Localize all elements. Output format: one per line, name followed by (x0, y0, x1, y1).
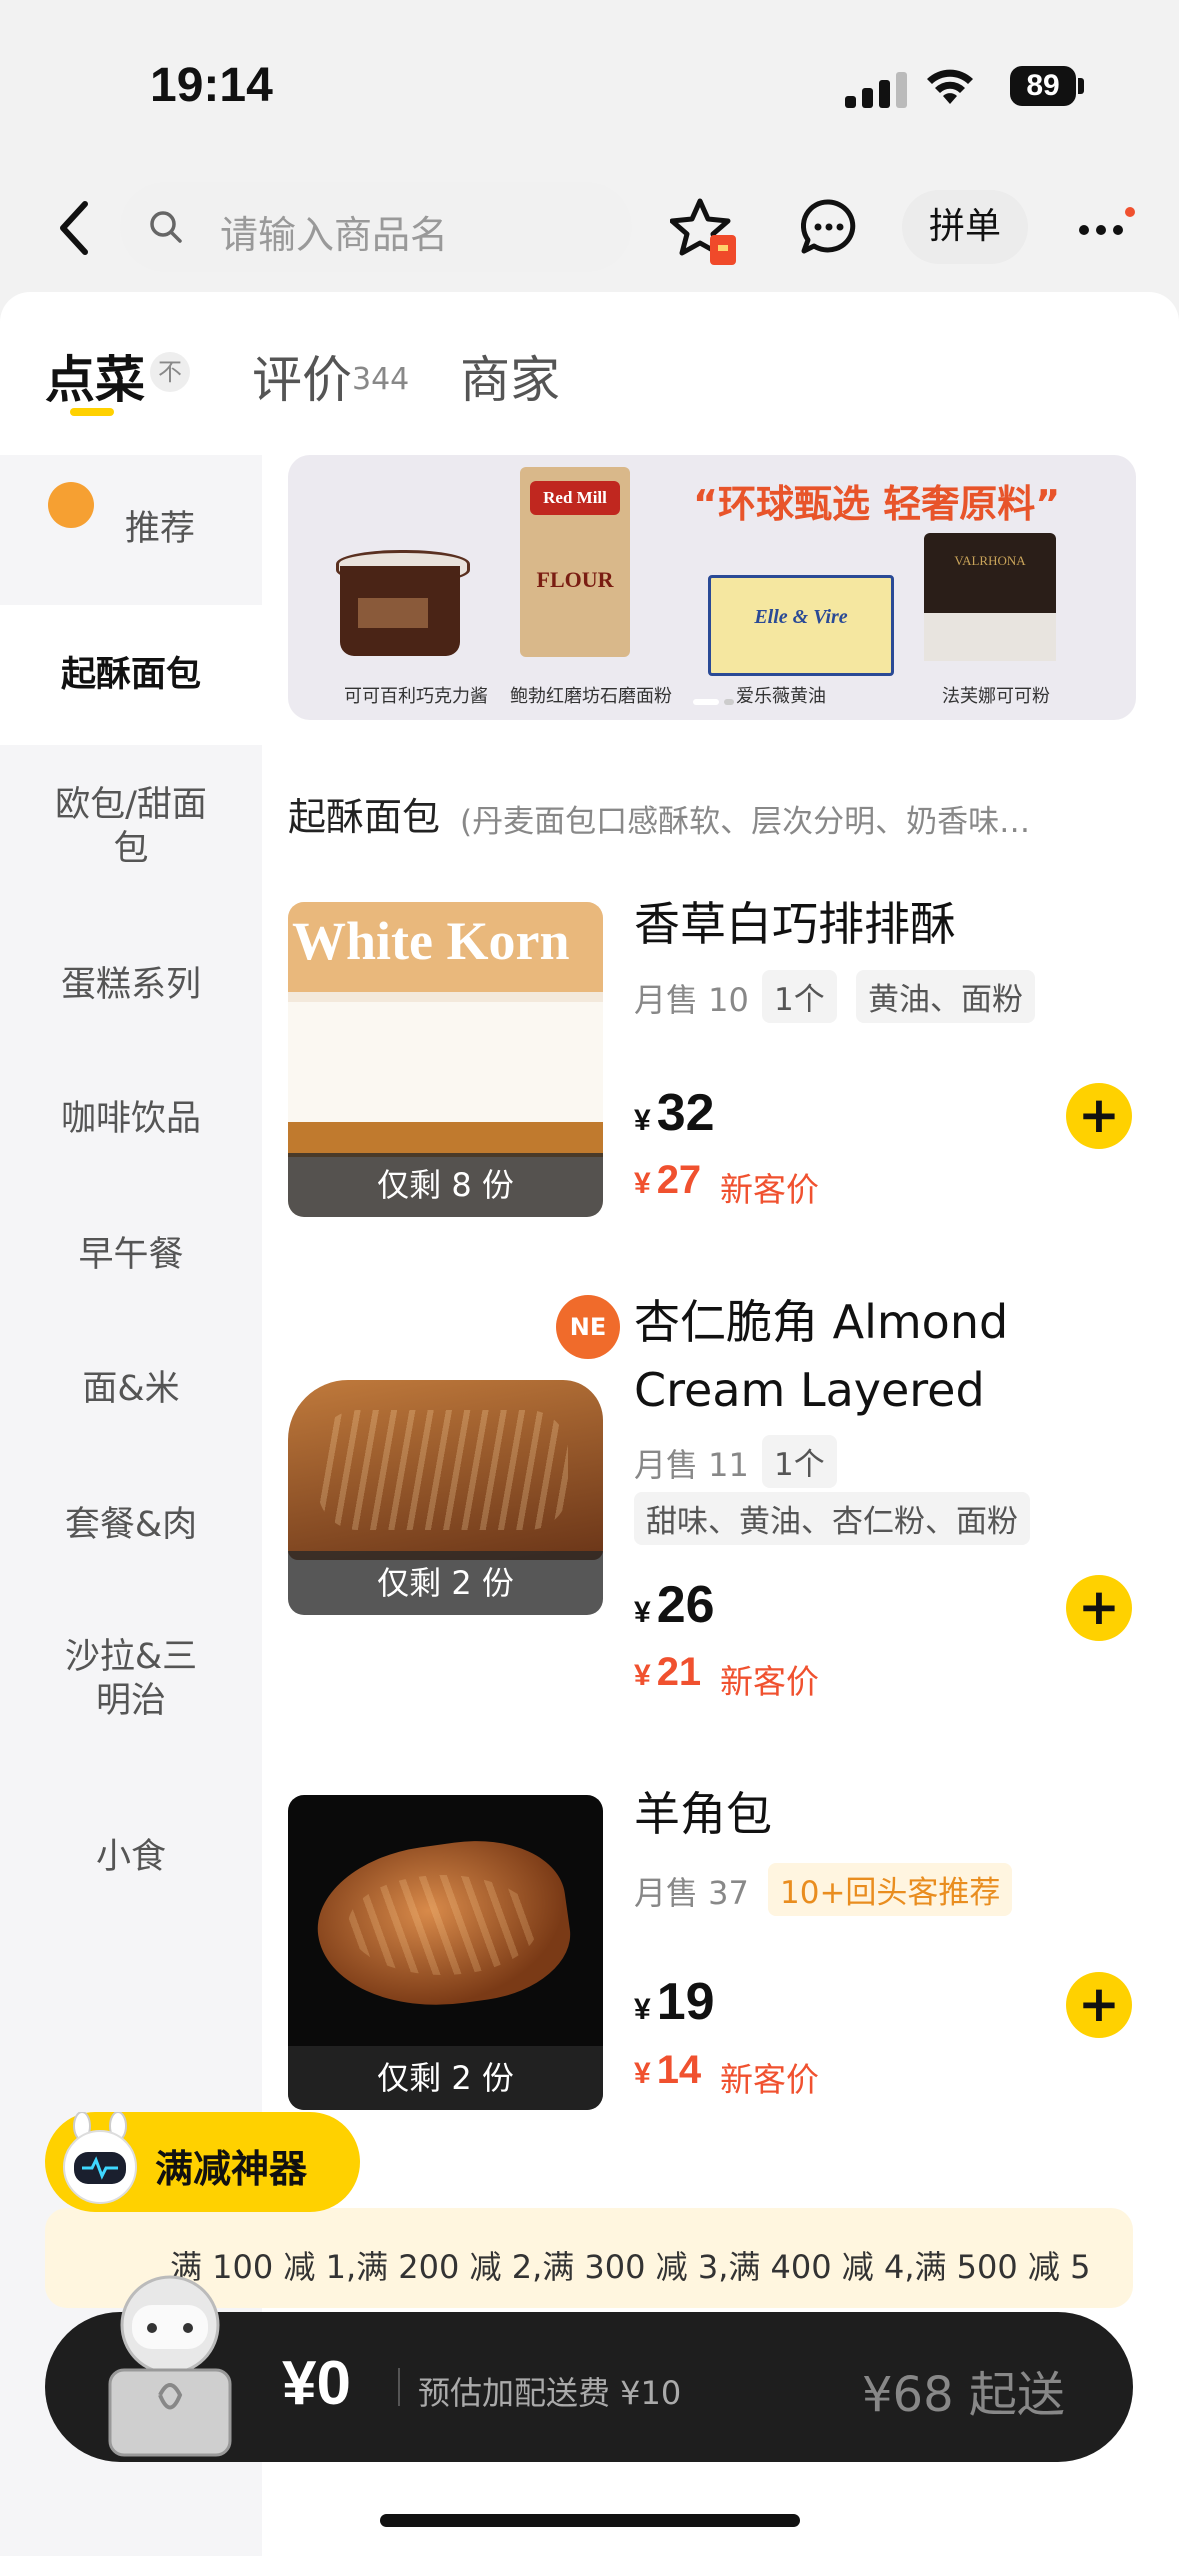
sidebar-item-brunch[interactable]: 早午餐 (0, 1233, 262, 1277)
search-icon (150, 211, 182, 243)
tab-active-indicator (70, 408, 114, 416)
chocolate-spread-image (336, 550, 470, 660)
new-customer-label: 新客价 (720, 2060, 819, 2099)
sidebar-item-cakes[interactable]: 蛋糕系列 (0, 963, 262, 1007)
more-options-icon[interactable] (1076, 206, 1136, 246)
review-count: 344 (352, 362, 410, 397)
battery-tip (1078, 78, 1084, 94)
add-to-cart-button[interactable]: + (1066, 1083, 1132, 1149)
discount-tool-label: 满减神器 (155, 2147, 308, 2191)
new-customer-price: ¥14 (634, 2048, 701, 2093)
price-value: 27 (656, 1158, 702, 1202)
product-tag: 1个 (762, 1435, 837, 1488)
product-tag: 甜味、黄油、杏仁粉、面粉 (634, 1492, 1030, 1545)
add-to-cart-button[interactable]: + (1066, 1575, 1132, 1641)
price-value: 19 (656, 1973, 715, 2031)
sidebar-item-euro-bread[interactable]: 欧包/甜面 包 (0, 783, 262, 871)
favorite-star-icon[interactable] (670, 195, 740, 267)
flour-text: FLOUR (536, 567, 614, 592)
banner-product-label: 可可百利巧克力酱 (344, 686, 488, 707)
stock-label: 仅剩 2 份 (288, 1551, 603, 1615)
currency-symbol: ¥ (634, 2057, 651, 2090)
price-value: 21 (656, 1650, 702, 1694)
back-arrow-icon[interactable] (55, 198, 95, 258)
price-value: 26 (656, 1576, 715, 1634)
product-tag: 1个 (762, 970, 837, 1023)
banner-pager-dot (693, 699, 719, 705)
sidebar-item-croissant-bread[interactable]: 起酥面包 (0, 605, 262, 745)
stock-label: 仅剩 8 份 (288, 1153, 603, 1217)
stock-label: 仅剩 2 份 (288, 2046, 603, 2110)
banner-product-label: 鲍勃红磨坊石磨面粉 (510, 686, 672, 707)
sidebar-item-noodles-rice[interactable]: 面&米 (0, 1367, 262, 1411)
group-order-button[interactable]: 拼单 (902, 190, 1028, 264)
robot-mascot-icon (63, 2112, 137, 2204)
sidebar-item-snacks[interactable]: 小食 (0, 1835, 262, 1879)
new-customer-price: ¥27 (634, 1158, 701, 1203)
currency-symbol: ¥ (634, 1993, 651, 2026)
product-name[interactable]: 香草白巧排排酥 (634, 890, 956, 958)
currency-symbol: ¥ (634, 1104, 651, 1137)
product-name[interactable]: 杏仁脆角 Almond Cream Layered (634, 1288, 1064, 1424)
flour-brand: Red Mill (530, 481, 620, 515)
sidebar-item-salad-sandwich[interactable]: 沙拉&三 明治 (0, 1635, 262, 1723)
cocoa-text: VALRHONA (954, 553, 1026, 568)
sidebar-item-coffee[interactable]: 咖啡饮品 (0, 1097, 262, 1141)
search-placeholder[interactable]: 请输入商品名 (220, 204, 448, 259)
wifi-icon (927, 69, 973, 104)
discount-text: 满 100 减 1,满 200 减 2,满 300 减 3,满 400 减 4,… (170, 2248, 1091, 2286)
new-customer-label: 新客价 (720, 1170, 819, 1209)
minimum-order-button[interactable]: ¥68 起送 (862, 2355, 1065, 2425)
cocoa-tin-image: VALRHONA (924, 533, 1056, 661)
cellular-signal-icon (845, 70, 907, 108)
banner-title: “环球甄选 轻奢原料” (693, 482, 1061, 526)
currency-symbol: ¥ (634, 1167, 651, 1200)
butter-image: Elle & Vire (708, 575, 894, 676)
new-customer-price: ¥21 (634, 1650, 701, 1695)
currency-symbol: ¥ (634, 1659, 651, 1692)
tab-merchant[interactable]: 商家 (460, 340, 560, 412)
tab-pin-badge: 不 (150, 352, 190, 392)
price-value: 14 (656, 2048, 702, 2092)
product-image-text: White Korn (292, 911, 570, 971)
product-price: ¥26 (634, 1575, 715, 1635)
banner-product-label: 法芙娜可可粉 (942, 686, 1050, 707)
battery-icon: 89 (1010, 66, 1076, 106)
butter-text: Elle & Vire (754, 606, 848, 628)
price-value: 32 (656, 1084, 715, 1142)
monthly-sales: 月售 37 (634, 1874, 749, 1912)
sidebar-item-label: 推荐 (125, 509, 196, 549)
add-to-cart-button[interactable]: + (1066, 1972, 1132, 2038)
product-price: ¥19 (634, 1972, 715, 2032)
home-indicator[interactable] (380, 2514, 800, 2527)
delivery-fee: 预估加配送费 ¥10 (418, 2374, 682, 2412)
section-title: 起酥面包 (288, 795, 441, 839)
new-customer-label: 新客价 (720, 1662, 819, 1701)
chat-icon[interactable] (800, 198, 858, 256)
cart-robot-icon[interactable] (90, 2270, 250, 2460)
status-time: 19:14 (150, 59, 273, 112)
banner-product-label: 爱乐薇黄油 (736, 686, 826, 707)
sidebar-item-sets-meat[interactable]: 套餐&肉 (0, 1503, 262, 1547)
product-tag: 黄油、面粉 (856, 970, 1035, 1023)
sidebar-item-recommend[interactable]: 推荐 (0, 455, 262, 605)
cart-divider (398, 2368, 400, 2406)
recommend-icon (48, 482, 94, 528)
monthly-sales: 月售 11 (634, 1446, 749, 1484)
monthly-sales: 月售 10 (634, 981, 749, 1019)
product-name[interactable]: 羊角包 (634, 1780, 772, 1848)
new-badge: NE (556, 1295, 620, 1359)
banner-pager-dot (724, 699, 734, 705)
flour-bag-image: Red Mill FLOUR (520, 467, 630, 657)
cart-total: ¥0 (282, 2349, 351, 2418)
section-description: (丹麦面包口感酥软、层次分明、奶香味… (460, 804, 1031, 840)
currency-symbol: ¥ (634, 1596, 651, 1629)
tab-reviews[interactable]: 评价 (252, 340, 352, 412)
repeat-customer-tag: 10+回头客推荐 (768, 1863, 1013, 1916)
tab-order[interactable]: 点菜 (45, 340, 145, 412)
promo-banner[interactable]: “环球甄选 轻奢原料” 可可百利巧克力酱 Red Mill FLOUR 鲍勃红磨… (288, 455, 1136, 720)
product-price: ¥32 (634, 1083, 715, 1143)
